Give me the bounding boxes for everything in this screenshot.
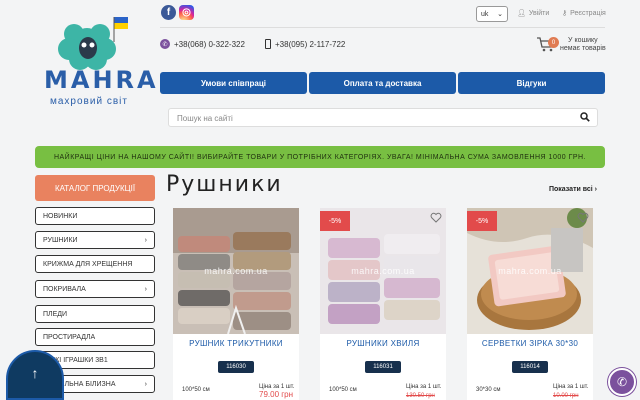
product-image[interactable]: mahra.com.ua — [173, 208, 299, 334]
show-all-link[interactable]: Показати всі › — [549, 186, 597, 193]
cart-status[interactable]: У кошику немає товарів — [560, 37, 606, 53]
watermark: mahra.com.ua — [204, 266, 268, 276]
arrow-up-icon: ↑ — [31, 365, 39, 381]
catalog-button[interactable]: КАТАЛОГ ПРОДУКЦІЇ — [35, 175, 155, 201]
product-old-price: 10.00 грн — [553, 393, 579, 399]
price-label: Ціна за 1 шт. — [553, 384, 589, 390]
product-size: 100*50 см — [329, 387, 357, 393]
viber-chat-button[interactable]: ✆ — [608, 368, 636, 396]
sidebar-item-label: ПРОСТИРАДЛА — [43, 333, 96, 341]
watermark: mahra.com.ua — [498, 266, 562, 276]
instagram-icon[interactable]: ◎ — [179, 5, 194, 20]
product-card[interactable]: -5% mahra.com.ua СЕРВЕТКИ ЗІРКА 30*30 11… — [467, 208, 593, 400]
language-value: uk — [481, 10, 489, 18]
phone-viber[interactable]: ✆ +38(068) 0-322-322 — [160, 39, 245, 49]
heart-icon[interactable] — [577, 212, 589, 224]
user-icon: 👤︎ — [517, 10, 526, 17]
logo-text[interactable]: MAHRA — [44, 66, 159, 94]
chevron-right-icon: › — [144, 380, 147, 388]
cart-status-line1: У кошику — [568, 37, 598, 44]
language-select[interactable]: uk ⌄ — [476, 6, 508, 22]
sidebar-item-label: ПОКРИВАЛА — [43, 285, 86, 293]
page-title: Рушники — [166, 172, 283, 197]
nav-payment-delivery[interactable]: Оплата та доставка — [309, 72, 456, 94]
product-size: 30*30 см — [476, 387, 501, 393]
watermark: mahra.com.ua — [351, 266, 415, 276]
sidebar-item-new[interactable]: НОВИНКИ — [35, 207, 155, 225]
phone-mobile[interactable]: +38(095) 2-117-722 — [265, 39, 345, 49]
product-image[interactable]: -5% mahra.com.ua — [467, 208, 593, 334]
product-old-price: 130.50 грн — [406, 393, 435, 399]
heart-icon[interactable] — [430, 212, 442, 224]
sidebar-item-label: ПЛЕДИ — [43, 310, 68, 318]
show-all-label: Показати всі — [549, 186, 593, 193]
product-image[interactable]: -5% mahra.com.ua — [320, 208, 446, 334]
product-code: 116014 — [512, 361, 548, 373]
login-link[interactable]: 👤︎ Увійти — [517, 9, 550, 18]
cart-count-badge: 0 — [548, 37, 559, 48]
product-card[interactable]: mahra.com.ua РУШНИК ТРИКУТНИКИ 116030 10… — [173, 208, 299, 400]
product-code: 116031 — [365, 361, 401, 373]
discount-badge: -5% — [320, 211, 350, 231]
viber-icon: ✆ — [616, 375, 628, 389]
register-link[interactable]: ⚷ Реєстрація — [562, 9, 606, 18]
product-code: 116030 — [218, 361, 254, 373]
phone-number-2: +38(095) 2-117-722 — [275, 39, 346, 49]
cart-status-line2: немає товарів — [560, 45, 606, 52]
chevron-right-icon: › — [144, 285, 147, 293]
price-label: Ціна за 1 шт. — [406, 384, 442, 390]
sidebar-item-bedspreads[interactable]: ПОКРИВАЛА › — [35, 280, 155, 298]
product-price: 79.00 грн — [259, 390, 294, 399]
phone-number-1: +38(068) 0-322-322 — [174, 39, 245, 49]
product-name[interactable]: СЕРВЕТКИ ЗІРКА 30*30 — [467, 339, 593, 348]
product-card[interactable]: -5% mahra.com.ua РУШНИКИ ХВИЛЯ 116031 10… — [320, 208, 446, 400]
main-nav: Умови співпраці Оплата та доставка Відгу… — [160, 72, 605, 94]
mobile-phone-icon — [265, 39, 271, 49]
promo-banner: НАЙКРАЩІ ЦІНИ НА НАШОМУ САЙТІ! ВИБИРАЙТЕ… — [35, 146, 605, 168]
nav-reviews[interactable]: Відгуки — [458, 72, 605, 94]
header-divider — [160, 27, 605, 28]
product-name[interactable]: РУШНИКИ ХВИЛЯ — [320, 339, 446, 348]
nav-terms[interactable]: Умови співпраці — [160, 72, 307, 94]
sidebar-item-label: РУШНИКИ — [43, 236, 78, 244]
register-label: Реєстрація — [570, 9, 606, 17]
sidebar-item-sheets[interactable]: ПРОСТИРАДЛА — [35, 328, 155, 346]
search-input[interactable]: Пошук на сайті — [168, 108, 598, 127]
sidebar-item-christening[interactable]: КРИЖМА ДЛЯ ХРЕЩЕННЯ — [35, 255, 155, 273]
scroll-to-top-button[interactable]: ↑ — [6, 350, 64, 400]
chevron-down-icon: ⌄ — [497, 11, 503, 18]
sidebar-item-towels[interactable]: РУШНИКИ › — [35, 231, 155, 249]
product-name[interactable]: РУШНИК ТРИКУТНИКИ — [173, 339, 299, 348]
product-size: 100*50 см — [182, 387, 210, 393]
facebook-icon[interactable]: f — [161, 5, 176, 20]
key-icon: ⚷ — [562, 10, 568, 17]
sidebar-item-label: КРИЖМА ДЛЯ ХРЕЩЕННЯ — [43, 260, 133, 268]
logo-subtitle: махровий світ — [50, 96, 128, 107]
discount-badge: -5% — [467, 211, 497, 231]
sidebar-item-plaids[interactable]: ПЛЕДИ — [35, 305, 155, 323]
chevron-right-icon: › — [144, 236, 147, 244]
sidebar-item-label: НОВИНКИ — [43, 212, 78, 220]
viber-icon: ✆ — [160, 39, 170, 49]
chevron-right-icon: › — [594, 186, 598, 193]
login-label: Увійти — [528, 9, 550, 17]
search-icon[interactable] — [580, 112, 590, 122]
